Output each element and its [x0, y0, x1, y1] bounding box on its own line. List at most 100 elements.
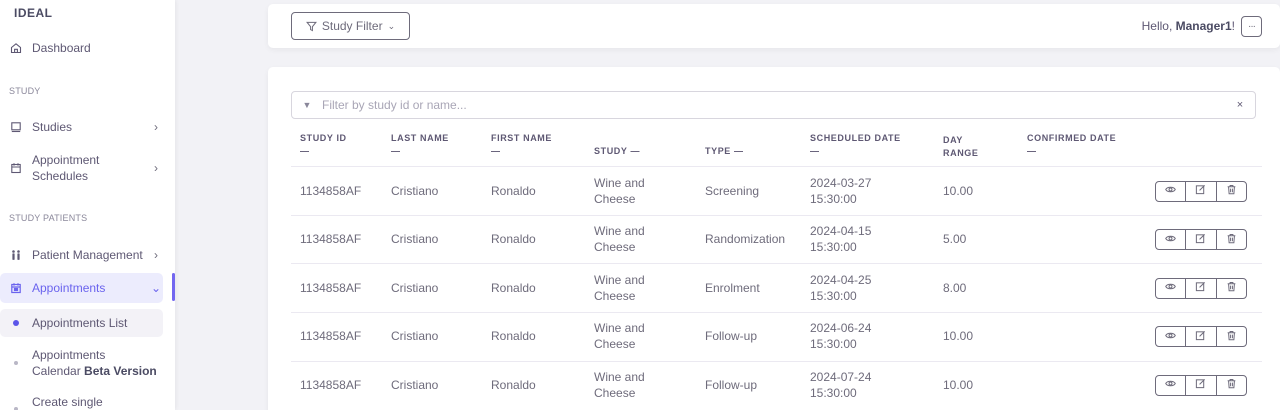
- row-actions: [1155, 277, 1247, 299]
- username: Manager1: [1175, 19, 1232, 33]
- edit-button[interactable]: [1186, 375, 1217, 395]
- sidebar-item-label: Dashboard: [32, 41, 91, 55]
- delete-button[interactable]: [1217, 182, 1246, 201]
- chevron-right-icon: ›: [154, 120, 158, 134]
- view-button[interactable]: [1156, 375, 1187, 395]
- edit-button[interactable]: [1186, 181, 1217, 201]
- cell-scheduled-date: 2024-03-27 15:30:00: [810, 175, 872, 206]
- sidebar-item-patient-management[interactable]: Patient Management ›: [0, 246, 163, 264]
- view-button[interactable]: [1156, 230, 1187, 250]
- divider: [291, 263, 1262, 265]
- sidebar-item-studies[interactable]: Studies ›: [0, 118, 163, 136]
- cell-study: Wine and Cheese: [594, 175, 645, 206]
- row-actions: [1155, 374, 1247, 396]
- eye-icon: [1165, 328, 1176, 346]
- sidebar-item-appointments[interactable]: Appointments ⌄: [0, 273, 163, 303]
- eye-icon: [1165, 279, 1176, 297]
- view-button[interactable]: [1156, 181, 1187, 201]
- eye-icon: [1165, 376, 1176, 394]
- cell-first-name: Ronaldo: [491, 232, 536, 247]
- filter-icon: ▼: [302, 100, 312, 110]
- eye-icon: [1165, 231, 1176, 249]
- cell-scheduled-date: 2024-07-24 15:30:00: [810, 369, 872, 400]
- header-study[interactable]: STUDY —: [594, 145, 640, 158]
- sidebar-item-label: Create single: [32, 395, 103, 409]
- section-study: STUDY: [9, 86, 41, 96]
- cell-study: Wine and Cheese: [594, 369, 645, 400]
- active-indicator: [172, 273, 175, 301]
- bullet-icon: [0, 393, 32, 410]
- edit-button[interactable]: [1186, 327, 1217, 347]
- cell-day-range: 10.00: [943, 183, 974, 198]
- search-bar: ▼ ×: [291, 91, 1256, 119]
- header-confirmed-date[interactable]: CONFIRMED DATE —: [1027, 132, 1116, 158]
- cell-first-name: Ronaldo: [491, 280, 536, 295]
- cell-first-name: Ronaldo: [491, 329, 536, 344]
- delete-button[interactable]: [1217, 230, 1246, 249]
- sidebar-item-dashboard[interactable]: Dashboard: [0, 39, 163, 57]
- cell-first-name: Ronaldo: [491, 377, 536, 392]
- header-type[interactable]: TYPE —: [705, 145, 744, 158]
- header-study-id[interactable]: STUDY ID —: [300, 132, 347, 158]
- study-filter-label: Study Filter: [321, 19, 383, 33]
- cell-last-name: Cristiano: [391, 377, 439, 392]
- search-input[interactable]: [322, 98, 1225, 112]
- edit-icon: [1195, 279, 1206, 297]
- cell-study: Wine and Cheese: [594, 272, 645, 303]
- sidebar-item-label: Patient Management: [32, 248, 143, 262]
- delete-button[interactable]: [1217, 376, 1246, 395]
- chevron-down-icon: ⌄: [150, 281, 162, 295]
- trash-icon: [1226, 279, 1237, 297]
- chevron-right-icon: ›: [154, 248, 158, 262]
- header-day-range[interactable]: DAY RANGE: [943, 134, 979, 160]
- cell-last-name: Cristiano: [391, 280, 439, 295]
- cell-day-range: 5.00: [943, 232, 967, 247]
- cell-study-id: 1134858AF: [300, 377, 362, 392]
- filter-icon: [305, 21, 317, 31]
- edit-icon: [1195, 376, 1206, 394]
- view-button[interactable]: [1156, 278, 1187, 298]
- divider: [291, 214, 1262, 216]
- clear-icon[interactable]: ×: [1225, 99, 1255, 111]
- cell-study-id: 1134858AF: [300, 329, 362, 344]
- cell-last-name: Cristiano: [391, 329, 439, 344]
- edit-icon: [1195, 328, 1206, 346]
- divider: [291, 312, 1262, 313]
- sidebar-item-label: Appointment Schedules: [32, 153, 100, 183]
- chevron-down-icon: ⌄: [387, 20, 396, 31]
- sidebar-item-appointments-calendar[interactable]: Appointments Calendar Beta Version: [0, 346, 163, 380]
- header-scheduled-date[interactable]: SCHEDULED DATE —: [810, 132, 901, 158]
- delete-button[interactable]: [1217, 279, 1246, 298]
- brand-logo[interactable]: IDEAL: [14, 6, 53, 20]
- header-first-name[interactable]: FIRST NAME —: [491, 132, 552, 158]
- edit-icon: [1195, 182, 1206, 200]
- more-options-button[interactable]: ···: [1241, 16, 1262, 37]
- cell-day-range: 8.00: [943, 280, 967, 295]
- cell-type: Screening: [705, 183, 760, 198]
- view-button[interactable]: [1156, 327, 1187, 347]
- sidebar-item-label: Studies: [32, 120, 73, 134]
- sidebar-item-create-single[interactable]: Create single: [0, 393, 163, 410]
- sidebar-item-appointments-list[interactable]: Appointments List: [0, 309, 163, 337]
- edit-button[interactable]: [1186, 230, 1217, 250]
- cell-last-name: Cristiano: [391, 232, 439, 247]
- divider: [291, 166, 1262, 167]
- cell-study-id: 1134858AF: [300, 280, 362, 295]
- trash-icon: [1226, 328, 1237, 346]
- cell-type: Follow-up: [705, 329, 758, 344]
- section-study-patients: STUDY PATIENTS: [9, 213, 88, 223]
- edit-button[interactable]: [1186, 278, 1217, 298]
- trash-icon: [1226, 182, 1237, 200]
- cell-study: Wine and Cheese: [594, 224, 645, 255]
- sidebar-item-appointment-schedules[interactable]: Appointment Schedules ›: [0, 151, 163, 185]
- header-last-name[interactable]: LAST NAME —: [391, 132, 449, 158]
- people-icon: [0, 249, 32, 261]
- study-filter-button[interactable]: Study Filter ⌄: [291, 12, 410, 40]
- bullet-icon: [0, 320, 32, 326]
- cell-scheduled-date: 2024-04-15 15:30:00: [810, 224, 872, 255]
- cell-last-name: Cristiano: [391, 183, 439, 198]
- row-actions: [1155, 326, 1247, 348]
- cell-study-id: 1134858AF: [300, 183, 362, 198]
- delete-button[interactable]: [1217, 327, 1246, 346]
- cell-first-name: Ronaldo: [491, 183, 536, 198]
